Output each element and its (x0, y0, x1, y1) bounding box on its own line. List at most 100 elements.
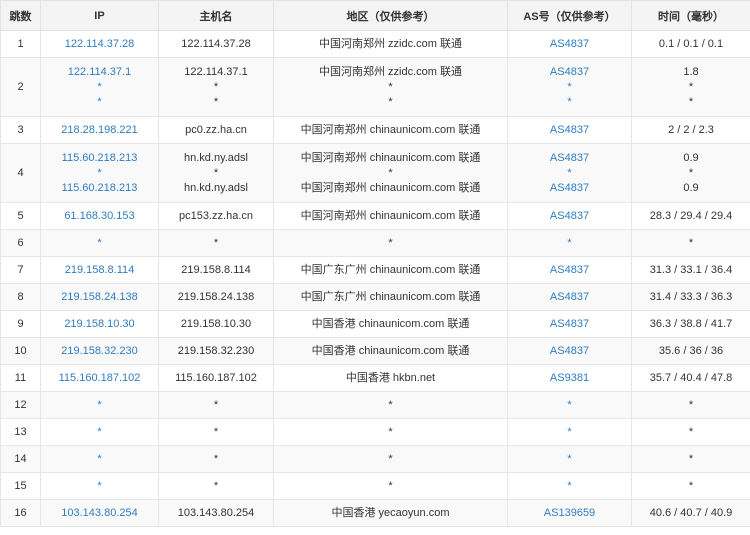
time-cell: 31.4 / 33.3 / 36.3 (631, 283, 750, 311)
hostname-cell-value: 219.158.24.138 (177, 290, 255, 303)
hostname-cell: pc153.zz.ha.cn (158, 202, 274, 230)
ip-cell: 103.143.80.254 (40, 499, 159, 527)
as-cell-value[interactable]: AS139659 (508, 506, 631, 521)
ip-cell: * (40, 391, 159, 419)
table-row: 9 219.158.10.30 219.158.10.30 中国香港 chinauni… (0, 310, 750, 338)
region-cell-value: * (388, 236, 393, 249)
ip-cell: 122.114.37.1 * * (40, 57, 159, 117)
as-cell-value: * (567, 81, 572, 93)
region-cell-value: * (388, 81, 393, 93)
ip-cell-value[interactable]: 122.114.37.28 (41, 37, 158, 52)
ip-cell-value[interactable]: 115.160.187.102 (41, 371, 158, 386)
time-cell: 28.3 / 29.4 / 29.4 (631, 202, 750, 230)
hostname-cell: * (158, 418, 274, 446)
table-row: 4 115.60.218.213 * 115.60.218.213 hn.kd.ny.a… (0, 143, 750, 203)
hop-cell: 16 (0, 499, 41, 527)
region-cell: * (273, 229, 508, 257)
time-cell-value: * (688, 81, 694, 93)
hostname-cell-value: * (213, 236, 219, 249)
table-header-row: 跳数 IP 主机名 地区（仅供参考） AS号（仅供参考） 时间（毫秒） (0, 0, 750, 31)
region-cell: 中国河南郑州 zzidc.com 联通 (273, 30, 508, 58)
as-cell-value[interactable]: AS4837 (508, 151, 631, 166)
region-cell-value: 中国河南郑州 chinaunicom.com 联通 (300, 152, 481, 164)
ip-cell-value[interactable]: 219.158.8.114 (41, 263, 158, 278)
hostname-cell-value: * (213, 398, 219, 411)
as-cell-value: * (567, 452, 572, 465)
as-cell-value[interactable]: AS9381 (508, 371, 631, 386)
hostname-cell-value: 122.114.37.1 (184, 66, 248, 78)
as-cell: AS4837 * AS4837 (507, 143, 632, 203)
as-cell-value: * (567, 167, 572, 179)
as-cell-value: * (567, 236, 572, 249)
time-cell-value: 0.9 (683, 182, 699, 194)
ip-cell-value: * (97, 81, 102, 93)
as-cell: * (507, 472, 632, 500)
region-cell: 中国广东广州 chinaunicom.com 联通 (273, 283, 508, 311)
table-row: 2 122.114.37.1 * * 122.114.37.1 * * 中国河南郑州 zzid… (0, 57, 750, 117)
hostname-cell-value: 115.160.187.102 (175, 371, 257, 384)
header-as: AS号（仅供参考） (507, 0, 632, 31)
header-hostname: 主机名 (158, 0, 274, 31)
as-cell-value: * (567, 425, 572, 438)
ip-cell-value[interactable]: 219.158.10.30 (41, 317, 158, 332)
ip-cell-value[interactable]: 218.28.198.221 (41, 123, 158, 138)
region-cell-value: * (388, 452, 393, 465)
time-cell: 31.3 / 33.1 / 36.4 (631, 256, 750, 284)
as-cell-value[interactable]: AS4837 (508, 263, 631, 278)
time-cell-value: 36.3 / 38.8 / 41.7 (649, 317, 733, 330)
as-cell: AS139659 (507, 499, 632, 527)
ip-cell: 219.158.8.114 (40, 256, 159, 284)
ip-cell: * (40, 229, 159, 257)
as-cell-value[interactable]: AS4837 (508, 290, 631, 305)
time-cell-value: 31.4 / 33.3 / 36.3 (649, 290, 733, 303)
traceroute-table: 跳数 IP 主机名 地区（仅供参考） AS号（仅供参考） 时间（毫秒） 1 122… (0, 0, 750, 527)
ip-cell-value: * (97, 479, 102, 492)
ip-cell-value[interactable]: 115.60.218.213 (41, 181, 158, 196)
hop-cell: 2 (0, 57, 41, 117)
hostname-cell: pc0.zz.ha.cn (158, 116, 274, 144)
ip-cell: * (40, 418, 159, 446)
as-cell: AS4837 (507, 202, 632, 230)
hostname-cell-value: 122.114.37.28 (181, 37, 251, 50)
time-cell-value: 0.9 (683, 152, 699, 164)
ip-cell: 115.160.187.102 (40, 364, 159, 392)
as-cell-value[interactable]: AS4837 (508, 123, 631, 138)
hostname-cell-value: pc153.zz.ha.cn (179, 209, 253, 222)
region-cell: 中国香港 chinaunicom.com 联通 (273, 310, 508, 338)
time-cell-value: * (688, 167, 694, 179)
region-cell: 中国香港 hkbn.net (273, 364, 508, 392)
ip-cell-value[interactable]: 103.143.80.254 (41, 506, 158, 521)
ip-cell-value: * (97, 452, 102, 465)
table-row: 3 218.28.198.221 pc0.zz.ha.cn 中国河南郑州 chinau… (0, 116, 750, 144)
ip-cell-value: * (97, 236, 102, 249)
hop-cell: 5 (0, 202, 41, 230)
hostname-cell: 219.158.8.114 (158, 256, 274, 284)
as-cell-value[interactable]: AS4837 (508, 181, 631, 196)
time-cell: 0.9 * 0.9 (631, 143, 750, 203)
ip-cell-value[interactable]: 219.158.24.138 (41, 290, 158, 305)
ip-cell: 61.168.30.153 (40, 202, 159, 230)
as-cell-value[interactable]: AS4837 (508, 37, 631, 52)
ip-cell-value[interactable]: 115.60.218.213 (41, 151, 158, 166)
as-cell-value[interactable]: AS4837 (508, 317, 631, 332)
region-cell: 中国广东广州 chinaunicom.com 联通 (273, 256, 508, 284)
as-cell: * (507, 445, 632, 473)
as-cell: AS9381 (507, 364, 632, 392)
hop-cell: 1 (0, 30, 41, 58)
ip-cell-value[interactable]: 219.158.32.230 (41, 344, 158, 359)
region-cell-value: * (388, 96, 393, 108)
region-cell: * (273, 418, 508, 446)
ip-cell: * (40, 445, 159, 473)
as-cell-value[interactable]: AS4837 (508, 65, 631, 80)
hop-cell: 8 (0, 283, 41, 311)
ip-cell-value[interactable]: 61.168.30.153 (41, 209, 158, 224)
region-cell-value: 中国香港 chinaunicom.com 联通 (311, 317, 470, 330)
as-cell-value[interactable]: AS4837 (508, 209, 631, 224)
time-cell-value: 28.3 / 29.4 / 29.4 (649, 209, 733, 222)
time-cell-value: * (688, 96, 694, 108)
hostname-cell-value: 219.158.8.114 (181, 263, 251, 276)
region-cell: 中国河南郑州 zzidc.com 联通 * * (273, 57, 508, 117)
time-cell-value: * (688, 452, 694, 465)
as-cell-value[interactable]: AS4837 (508, 344, 631, 359)
ip-cell-value[interactable]: 122.114.37.1 (41, 65, 158, 80)
